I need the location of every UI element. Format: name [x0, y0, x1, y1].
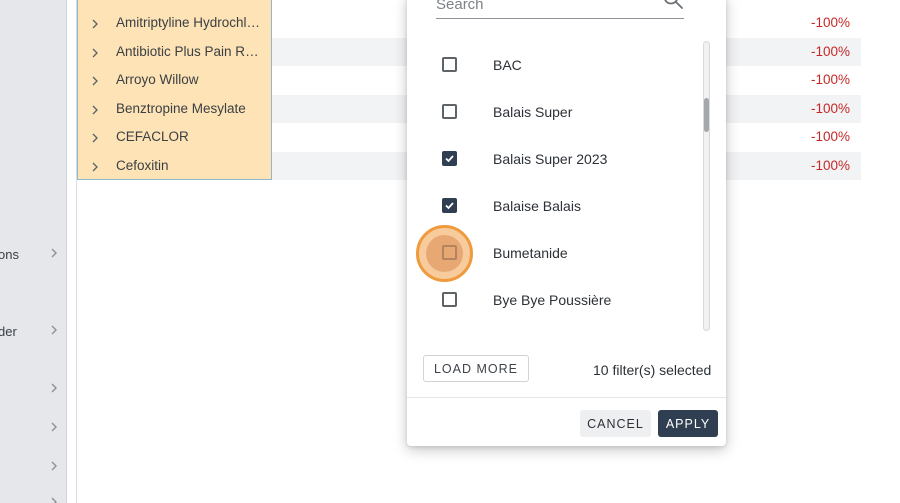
table-row-partial	[77, 0, 272, 9]
name-cell[interactable]: Amitriptyline Hydrochlo…	[77, 9, 272, 38]
name-cell[interactable]: Cefoxitin	[77, 151, 272, 180]
expand-caret-icon[interactable]	[91, 18, 99, 30]
filter-option-label: Bumetanide	[493, 245, 568, 261]
row-name: Arroyo Willow	[116, 72, 199, 87]
selected-count: 10 filter(s) selected	[593, 362, 712, 378]
row-name: CEFACLOR	[116, 129, 189, 144]
sidebar-item-2[interactable]: der	[0, 322, 66, 342]
chevron-right-icon	[51, 497, 57, 503]
row-change: -100%	[810, 157, 850, 173]
filter-option[interactable]: Balais Super 2023	[407, 136, 707, 183]
dialog-divider	[407, 397, 726, 398]
load-more-button[interactable]: LOAD MORE	[423, 355, 529, 382]
checkbox-checked[interactable]	[442, 198, 457, 213]
check-icon	[445, 202, 454, 210]
search-input[interactable]	[436, 0, 646, 14]
row-change: -100%	[810, 129, 850, 144]
row-name: Cefoxitin	[116, 157, 169, 173]
name-cell[interactable]: Benztropine Mesylate	[77, 94, 272, 123]
row-change: -100%	[810, 72, 850, 87]
expand-caret-icon[interactable]	[91, 132, 99, 144]
row-change: -100%	[810, 43, 850, 59]
check-icon	[445, 155, 454, 163]
filter-option-label: BAC	[493, 57, 522, 73]
row-name: Amitriptyline Hydrochlo…	[116, 15, 266, 30]
checkbox-unchecked[interactable]	[442, 57, 457, 72]
cancel-button[interactable]: CANCEL	[580, 410, 651, 437]
list-scrollbar[interactable]	[703, 41, 710, 331]
checkbox-checked[interactable]	[442, 151, 457, 166]
filter-dialog: BAC Balais Super Balais Super 2023 Balai…	[407, 0, 726, 446]
expand-caret-icon[interactable]	[91, 161, 99, 173]
checkbox-unchecked[interactable]	[442, 292, 457, 307]
app-root: ons der Amitriptyline Hydrochlo… -100% A…	[0, 0, 900, 503]
filter-option[interactable]: Bumetanide	[407, 225, 707, 282]
search-icon[interactable]	[662, 0, 684, 10]
row-name: Antibiotic Plus Pain Re…	[116, 43, 266, 59]
row-name: Benztropine Mesylate	[116, 100, 246, 116]
chevron-right-icon	[51, 383, 57, 393]
filter-option[interactable]: Balaise Balais	[407, 183, 707, 230]
filter-options-list: BAC Balais Super Balais Super 2023 Balai…	[407, 42, 707, 327]
sidebar-item-6[interactable]	[0, 494, 66, 503]
filter-option-label: Balaise Balais	[493, 198, 581, 214]
search-field[interactable]	[436, 0, 684, 19]
expand-caret-icon[interactable]	[91, 104, 99, 116]
row-change: -100%	[810, 15, 850, 30]
name-cell[interactable]: Arroyo Willow	[77, 66, 272, 95]
chevron-right-icon	[51, 325, 57, 335]
sidebar-item-label: ons	[0, 247, 19, 262]
chevron-right-icon	[51, 461, 57, 471]
expand-caret-icon[interactable]	[91, 47, 99, 59]
sidebar: ons der	[0, 0, 67, 503]
scrollbar-thumb[interactable]	[704, 98, 709, 132]
filter-option-label: Balais Super 2023	[493, 151, 608, 167]
name-cell[interactable]: Antibiotic Plus Pain Re…	[77, 37, 272, 66]
checkbox-unchecked[interactable]	[442, 245, 457, 260]
filter-option-label: Bye Bye Poussière	[493, 292, 612, 308]
filter-option-label: Balais Super	[493, 104, 573, 120]
chevron-right-icon	[51, 422, 57, 432]
sidebar-item-5[interactable]	[0, 458, 66, 478]
checkbox-unchecked[interactable]	[442, 104, 457, 119]
chevron-right-icon	[51, 248, 57, 258]
sidebar-item-1[interactable]: ons	[0, 245, 66, 265]
filter-option[interactable]: Bye Bye Poussière	[407, 277, 707, 324]
name-cell[interactable]: CEFACLOR	[77, 123, 272, 152]
filter-option[interactable]: BAC	[407, 42, 707, 89]
sidebar-item-3[interactable]	[0, 380, 66, 400]
sidebar-item-4[interactable]	[0, 419, 66, 439]
row-change: -100%	[810, 100, 850, 116]
filter-option[interactable]: Balais Super	[407, 89, 707, 136]
apply-button[interactable]: APPLY	[658, 410, 718, 437]
expand-caret-icon[interactable]	[91, 75, 99, 87]
sidebar-item-label: der	[0, 324, 17, 339]
